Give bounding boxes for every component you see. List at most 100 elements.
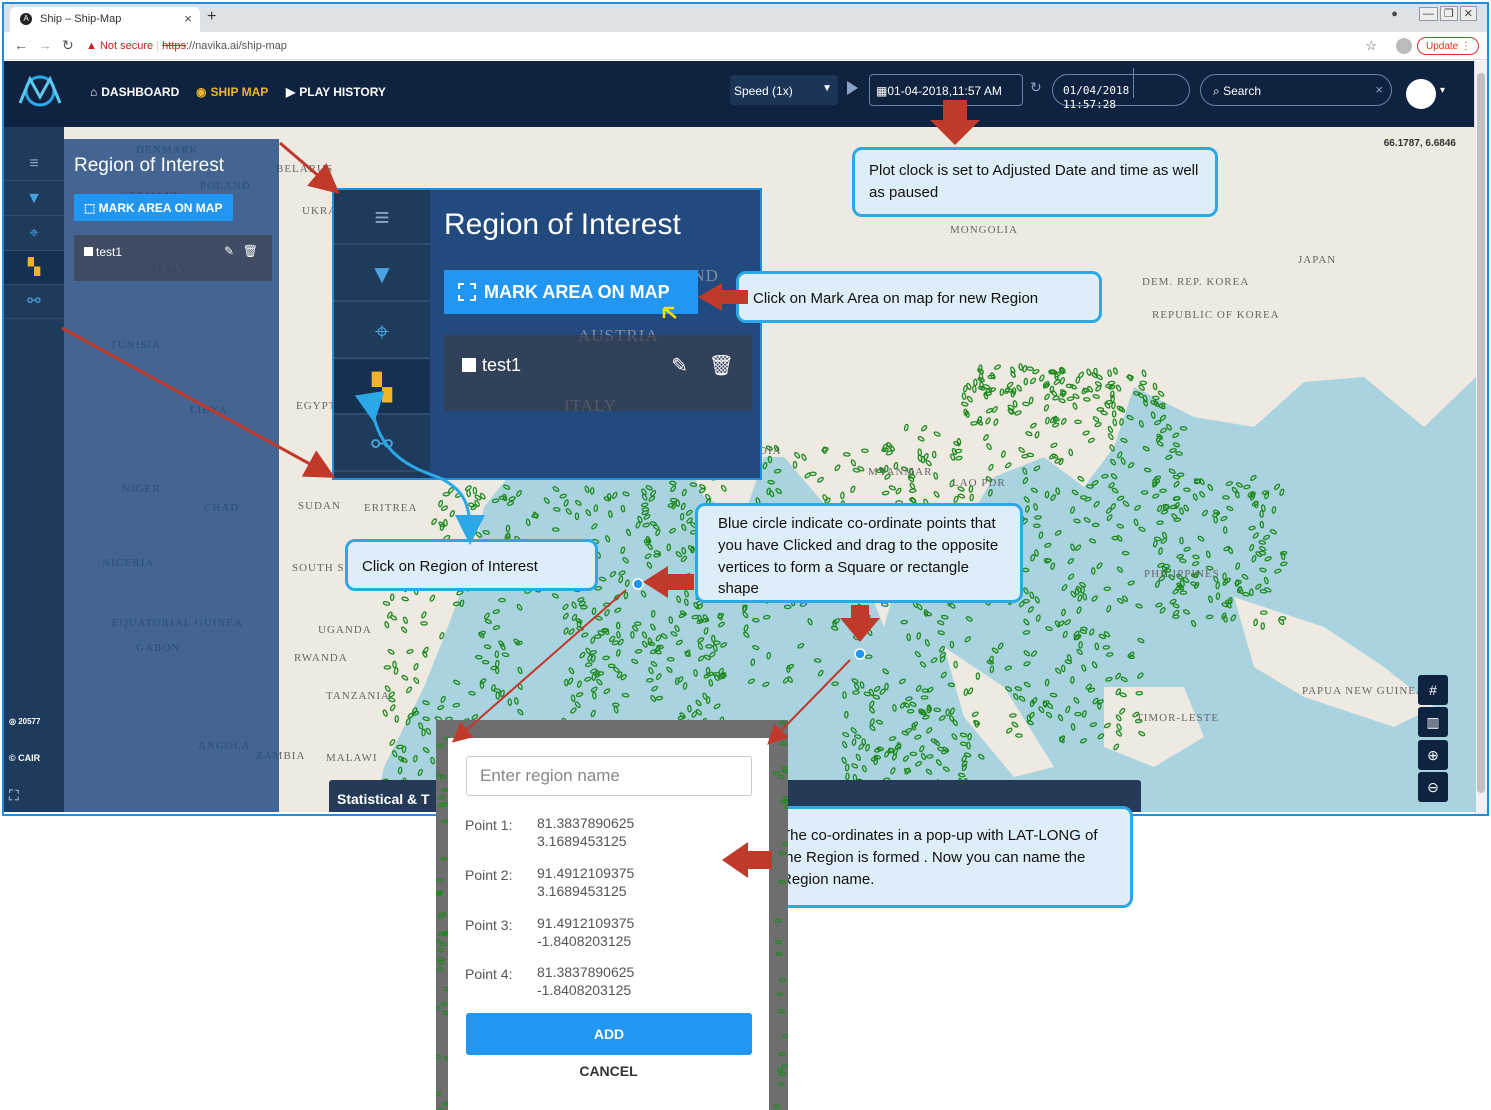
zoom-in-icon[interactable]: ⊕ <box>1418 740 1448 770</box>
datetime-field[interactable]: ▦01-04-2018,11:57 AM <box>869 74 1023 106</box>
region-of-interest-icon[interactable]: ▚ <box>334 360 430 415</box>
ship-marker <box>596 671 605 676</box>
region-checkbox[interactable] <box>462 358 476 372</box>
trash-icon[interactable]: 🗑 <box>709 353 734 378</box>
crosshair-icon[interactable]: ⌖ <box>334 304 430 359</box>
crosshair-icon[interactable]: ⌖ <box>4 217 64 251</box>
nav-play-history[interactable]: ▶ PLAY HISTORY <box>286 85 386 99</box>
region-of-interest-icon[interactable]: ▚ <box>4 251 64 285</box>
ship-marker <box>655 528 661 537</box>
url-field[interactable]: ▲ Not secure | https://navika.ai/ship-ma… <box>86 36 1386 56</box>
ship-marker <box>1215 581 1221 590</box>
edit-icon[interactable]: ✎ <box>224 244 234 258</box>
ship-marker <box>641 631 648 639</box>
fullscreen-icon[interactable]: ⛶ <box>9 787 19 804</box>
ship-marker <box>841 756 847 765</box>
ship-marker <box>751 617 760 623</box>
region-vertex-start[interactable] <box>632 578 644 590</box>
region-name-input[interactable]: Enter region name <box>466 756 752 796</box>
ship-marker <box>614 607 622 613</box>
ship-marker <box>439 911 447 916</box>
forward-icon[interactable]: → <box>38 37 52 53</box>
edit-icon[interactable]: ✎ <box>671 353 688 378</box>
zoom-region-list-item[interactable]: test1 ✎ 🗑 <box>444 335 752 411</box>
ship-marker <box>964 636 972 643</box>
browser-tab[interactable]: A Ship – Ship-Map × <box>10 7 200 32</box>
grid-toggle-icon[interactable]: # <box>1418 675 1448 705</box>
callout-blue-circle: Blue circle indicate co-ordinate points … <box>695 503 1023 603</box>
back-icon[interactable]: ← <box>14 37 28 53</box>
ship-marker <box>1091 661 1098 669</box>
ship-marker <box>702 692 708 700</box>
ship-marker <box>1179 590 1188 595</box>
zoom-mark-area-button[interactable]: MARK AREA ON MAP <box>444 270 698 314</box>
zoom-out-icon[interactable]: ⊖ <box>1418 772 1448 802</box>
ship-marker <box>1038 706 1045 714</box>
map-label: DIA <box>759 445 782 457</box>
ship-marker <box>602 655 610 661</box>
close-tab-icon[interactable]: × <box>184 11 192 26</box>
menu-icon[interactable]: ≡ <box>334 190 430 245</box>
region-list-item[interactable]: test1 ✎ 🗑 <box>74 235 272 281</box>
ship-marker <box>581 632 589 638</box>
map-layers-icon[interactable]: ▥ <box>1418 707 1448 737</box>
new-tab-button[interactable]: + <box>207 8 216 26</box>
cancel-button[interactable]: CANCEL <box>448 1063 769 1079</box>
ship-marker <box>565 508 572 515</box>
clear-icon[interactable]: × <box>1375 82 1383 97</box>
region-checkbox[interactable] <box>84 247 93 256</box>
ship-marker <box>433 1006 441 1011</box>
nav-dashboard[interactable]: ⌂ DASHBOARD <box>90 85 179 99</box>
ship-marker <box>592 691 597 700</box>
ship-marker <box>1061 584 1068 591</box>
ship-marker <box>1101 473 1109 479</box>
ship-marker <box>1033 503 1038 511</box>
ship-marker <box>855 753 862 761</box>
ship-marker <box>615 649 621 657</box>
ship-marker <box>1197 535 1205 542</box>
bookmark-star-icon[interactable]: ☆ <box>1365 38 1377 54</box>
network-icon[interactable]: ⚯ <box>4 285 64 319</box>
speed-select[interactable]: Speed (1x) ▼ <box>730 75 838 105</box>
nav-ship-map[interactable]: ◉ SHIP MAP <box>196 85 268 99</box>
search-input[interactable]: ⌕ Search × <box>1200 74 1392 106</box>
menu-icon[interactable]: ≡ <box>4 147 64 181</box>
ship-marker <box>1045 711 1053 719</box>
map-label: PAPUA NEW GUINEA <box>1302 685 1425 697</box>
update-button[interactable]: Update ⋮ <box>1417 37 1479 55</box>
trash-icon[interactable]: 🗑 <box>243 244 258 258</box>
ship-marker <box>615 621 621 630</box>
chevron-down-icon[interactable]: ▾ <box>1440 85 1445 96</box>
ship-marker <box>492 625 501 631</box>
play-icon[interactable] <box>847 81 858 95</box>
ship-marker <box>949 707 955 715</box>
ship-marker <box>616 631 621 639</box>
avatar[interactable] <box>1406 79 1436 109</box>
add-button[interactable]: ADD <box>466 1013 752 1055</box>
ship-marker <box>1110 503 1116 511</box>
ship-marker <box>505 524 511 533</box>
ship-marker <box>718 621 725 628</box>
plot-clock: 01/04/201811:57:28 <box>1052 68 1190 111</box>
network-icon[interactable]: ⚯ <box>334 417 430 472</box>
ship-marker <box>1242 591 1250 597</box>
ship-marker <box>670 485 677 493</box>
profile-icon[interactable] <box>1396 38 1412 54</box>
ship-marker <box>875 719 884 725</box>
reset-clock-icon[interactable]: ↻ <box>1030 79 1042 96</box>
region-vertex-end[interactable] <box>854 648 866 660</box>
filter-icon[interactable]: ▼ <box>334 247 430 302</box>
window-controls[interactable]: ● — ❐ ✕ <box>1391 6 1477 21</box>
ship-marker <box>682 682 688 690</box>
map-label: JAPAN <box>1298 254 1337 266</box>
filter-icon[interactable]: ▼ <box>4 182 64 216</box>
ship-marker <box>1050 562 1056 570</box>
ship-marker <box>914 734 922 740</box>
mark-area-button[interactable]: ⬚ MARK AREA ON MAP <box>74 194 233 221</box>
ship-marker <box>648 667 654 675</box>
ship-marker <box>817 669 824 677</box>
ship-marker <box>1222 495 1230 500</box>
ship-marker <box>709 651 716 658</box>
ship-marker <box>697 642 704 650</box>
reload-icon[interactable]: ↻ <box>62 37 74 54</box>
